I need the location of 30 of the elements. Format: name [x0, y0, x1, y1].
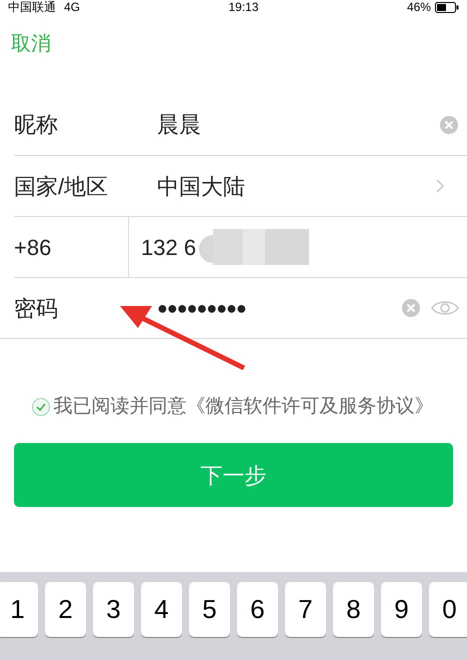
field-label: 国家/地区: [14, 172, 110, 200]
keyboard-key[interactable]: 9: [381, 582, 422, 637]
keyboard-key[interactable]: 6: [237, 582, 278, 637]
keyboard-key[interactable]: 0: [429, 582, 467, 637]
keyboard-key[interactable]: 2: [45, 582, 86, 637]
keyboard-key[interactable]: 5: [189, 582, 230, 637]
keyboard-key[interactable]: 3: [93, 582, 134, 637]
nickname-field[interactable]: 晨晨: [157, 108, 439, 141]
phone-input[interactable]: 132 6: [141, 230, 199, 264]
country-code[interactable]: +86: [14, 217, 129, 277]
eye-icon[interactable]: [431, 299, 459, 317]
region-value[interactable]: 中国大陆: [157, 170, 435, 202]
carrier-name: 中国联通: [8, 1, 56, 13]
agree-checkbox[interactable]: [32, 398, 50, 416]
keyboard-key[interactable]: 1: [0, 582, 38, 637]
password-field[interactable]: ●●●●●●●●●: [157, 294, 401, 322]
clock-time: 19:13: [228, 1, 258, 13]
network-type: 4G: [64, 1, 80, 13]
keyboard-key[interactable]: 4: [141, 582, 182, 637]
agreement-text: 我已阅读并同意《微信软件许可及服务协议》: [52, 395, 434, 419]
check-icon: [36, 403, 46, 411]
clear-icon[interactable]: [439, 114, 459, 134]
battery-icon: [434, 2, 459, 12]
field-label: 昵称: [14, 111, 59, 139]
keyboard-key[interactable]: 8: [333, 582, 374, 637]
clear-icon[interactable]: [401, 298, 421, 318]
battery-percent: 46%: [406, 1, 431, 13]
chevron-right-icon: [435, 178, 445, 194]
keyboard-key[interactable]: 7: [285, 582, 326, 637]
field-label: 密码: [14, 294, 59, 322]
